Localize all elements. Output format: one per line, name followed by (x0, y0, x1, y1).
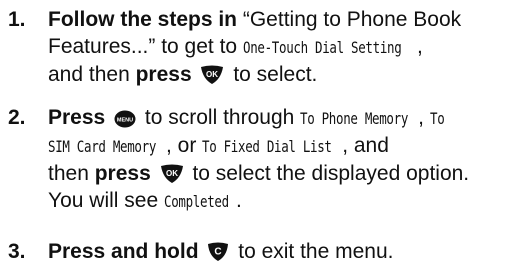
svg-text:OK: OK (206, 70, 218, 79)
step-1-lead: Follow the steps in (48, 8, 238, 31)
step-number: 2. (8, 106, 26, 129)
instruction-steps: 1. Follow the steps in “Getting to Phone… (8, 8, 470, 263)
svg-text:MENU: MENU (117, 118, 133, 124)
ok-key-icon: OK (200, 65, 224, 85)
lcd-text-completed: Completed (163, 192, 229, 211)
ok-key-icon: OK (160, 164, 184, 184)
lcd-text-fixed-dial-list: To Fixed Dial List (202, 137, 332, 156)
lcd-text-one-touch-dial: One-Touch Dial Setting (242, 38, 402, 57)
step-number: 1. (8, 8, 26, 31)
lcd-text-to: To (429, 109, 445, 128)
step-number: 3. (8, 240, 26, 263)
step-1-quote-end: Features...” to get to (48, 35, 238, 58)
svg-text:OK: OK (166, 169, 178, 178)
lcd-text-to-phone-memory: To Phone Memory (300, 109, 409, 128)
clear-key-icon: C (207, 242, 229, 262)
menu-key-icon: MENU (114, 110, 136, 128)
lcd-text-sim-card-memory: SIM Card Memory (48, 137, 157, 156)
svg-text:C: C (215, 247, 222, 258)
step-1-quote-start: “Getting to Phone Book (242, 8, 462, 31)
